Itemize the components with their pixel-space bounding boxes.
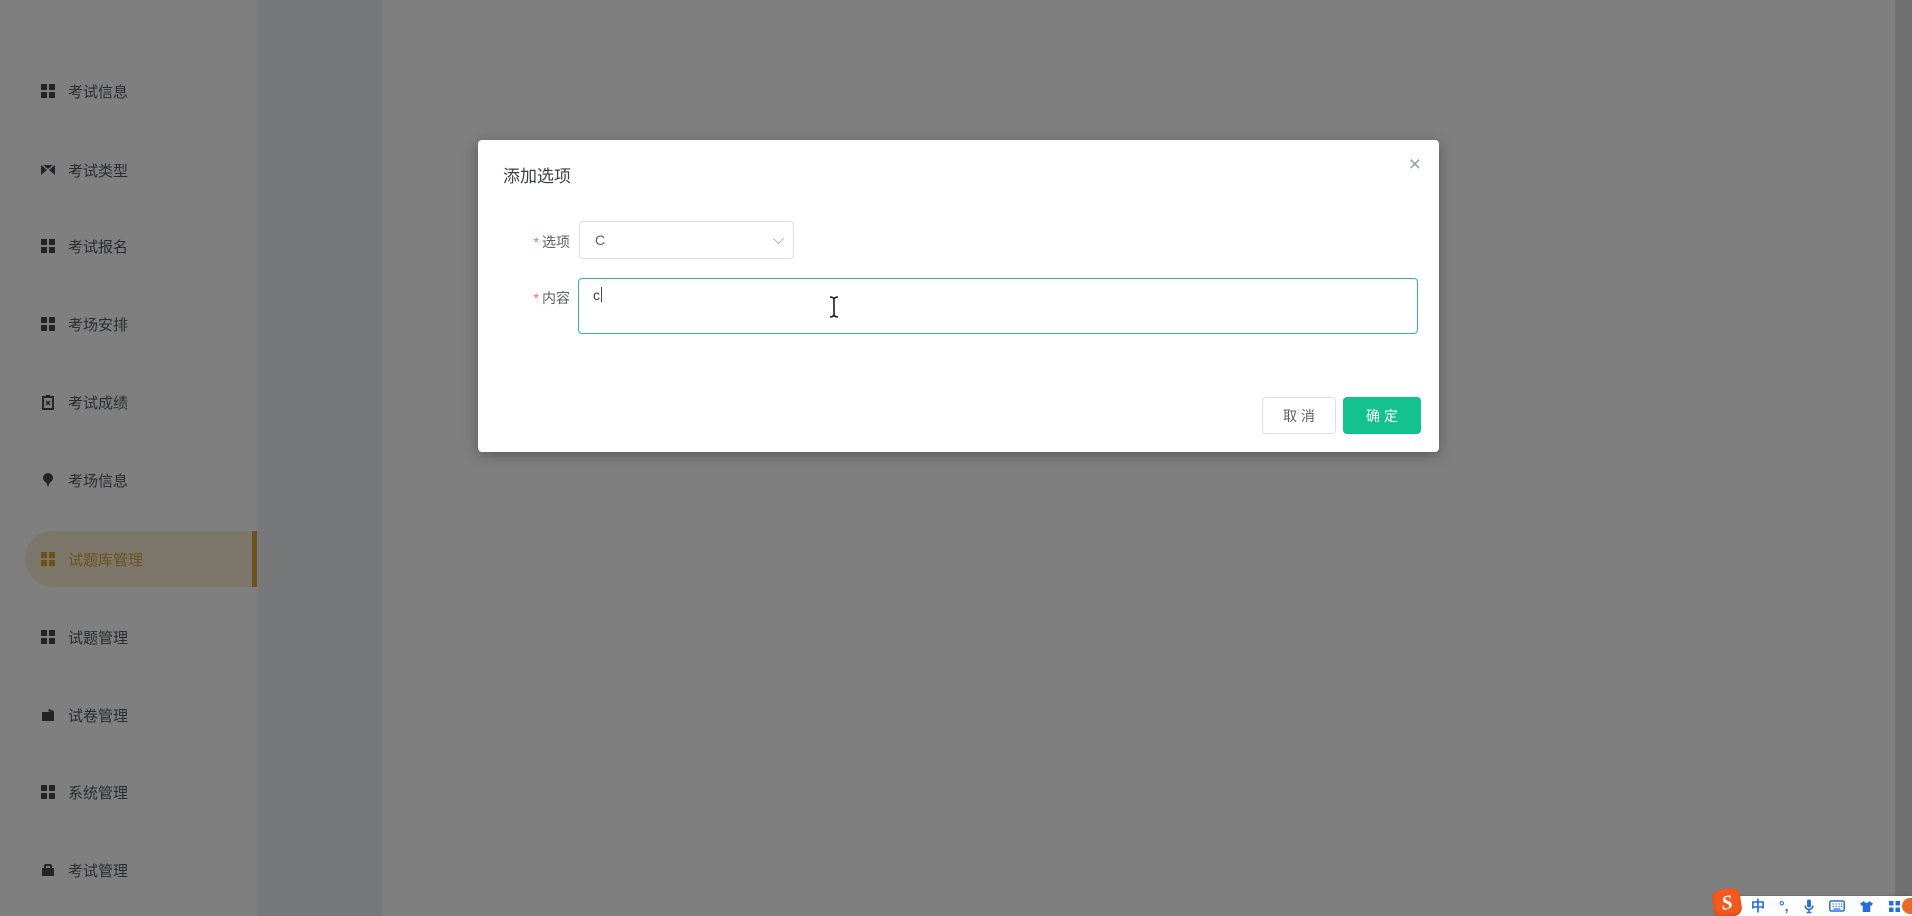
modal-overlay (0, 0, 1912, 916)
ime-mode-chinese[interactable]: 中 (1751, 896, 1765, 916)
sogou-logo-icon[interactable]: S (1711, 887, 1743, 916)
microphone-icon[interactable] (1803, 899, 1815, 914)
close-icon[interactable]: × (1409, 154, 1421, 175)
option-field-label: * 选项 (533, 234, 570, 250)
punctuation-icon[interactable]: °, (1779, 898, 1789, 914)
required-asterisk: * (533, 290, 539, 306)
keyboard-icon[interactable] (1828, 900, 1845, 912)
confirm-button[interactable]: 确 定 (1343, 397, 1421, 434)
option-select[interactable]: C (579, 221, 794, 259)
add-option-dialog: 添加选项 × * 选项 C * 内容 c 取 消 确 定 (478, 140, 1439, 452)
app-screen: 考试信息 考试类型 考试报名 考场安排 考试成绩 考场信息 试题库管理 (0, 0, 1912, 916)
content-textarea[interactable]: c (578, 278, 1418, 334)
ime-partial-icon[interactable] (1902, 898, 1912, 914)
required-asterisk: * (533, 234, 539, 250)
ime-toolbar: S 中 °, (1711, 887, 1912, 916)
toolbox-grid-icon[interactable] (1888, 900, 1901, 913)
dialog-title: 添加选项 (503, 167, 571, 186)
cancel-button[interactable]: 取 消 (1262, 397, 1336, 434)
text-caret (601, 287, 602, 302)
skin-shirt-icon[interactable] (1859, 900, 1874, 913)
content-field-label: * 内容 (533, 290, 570, 306)
chevron-down-icon (772, 232, 785, 245)
